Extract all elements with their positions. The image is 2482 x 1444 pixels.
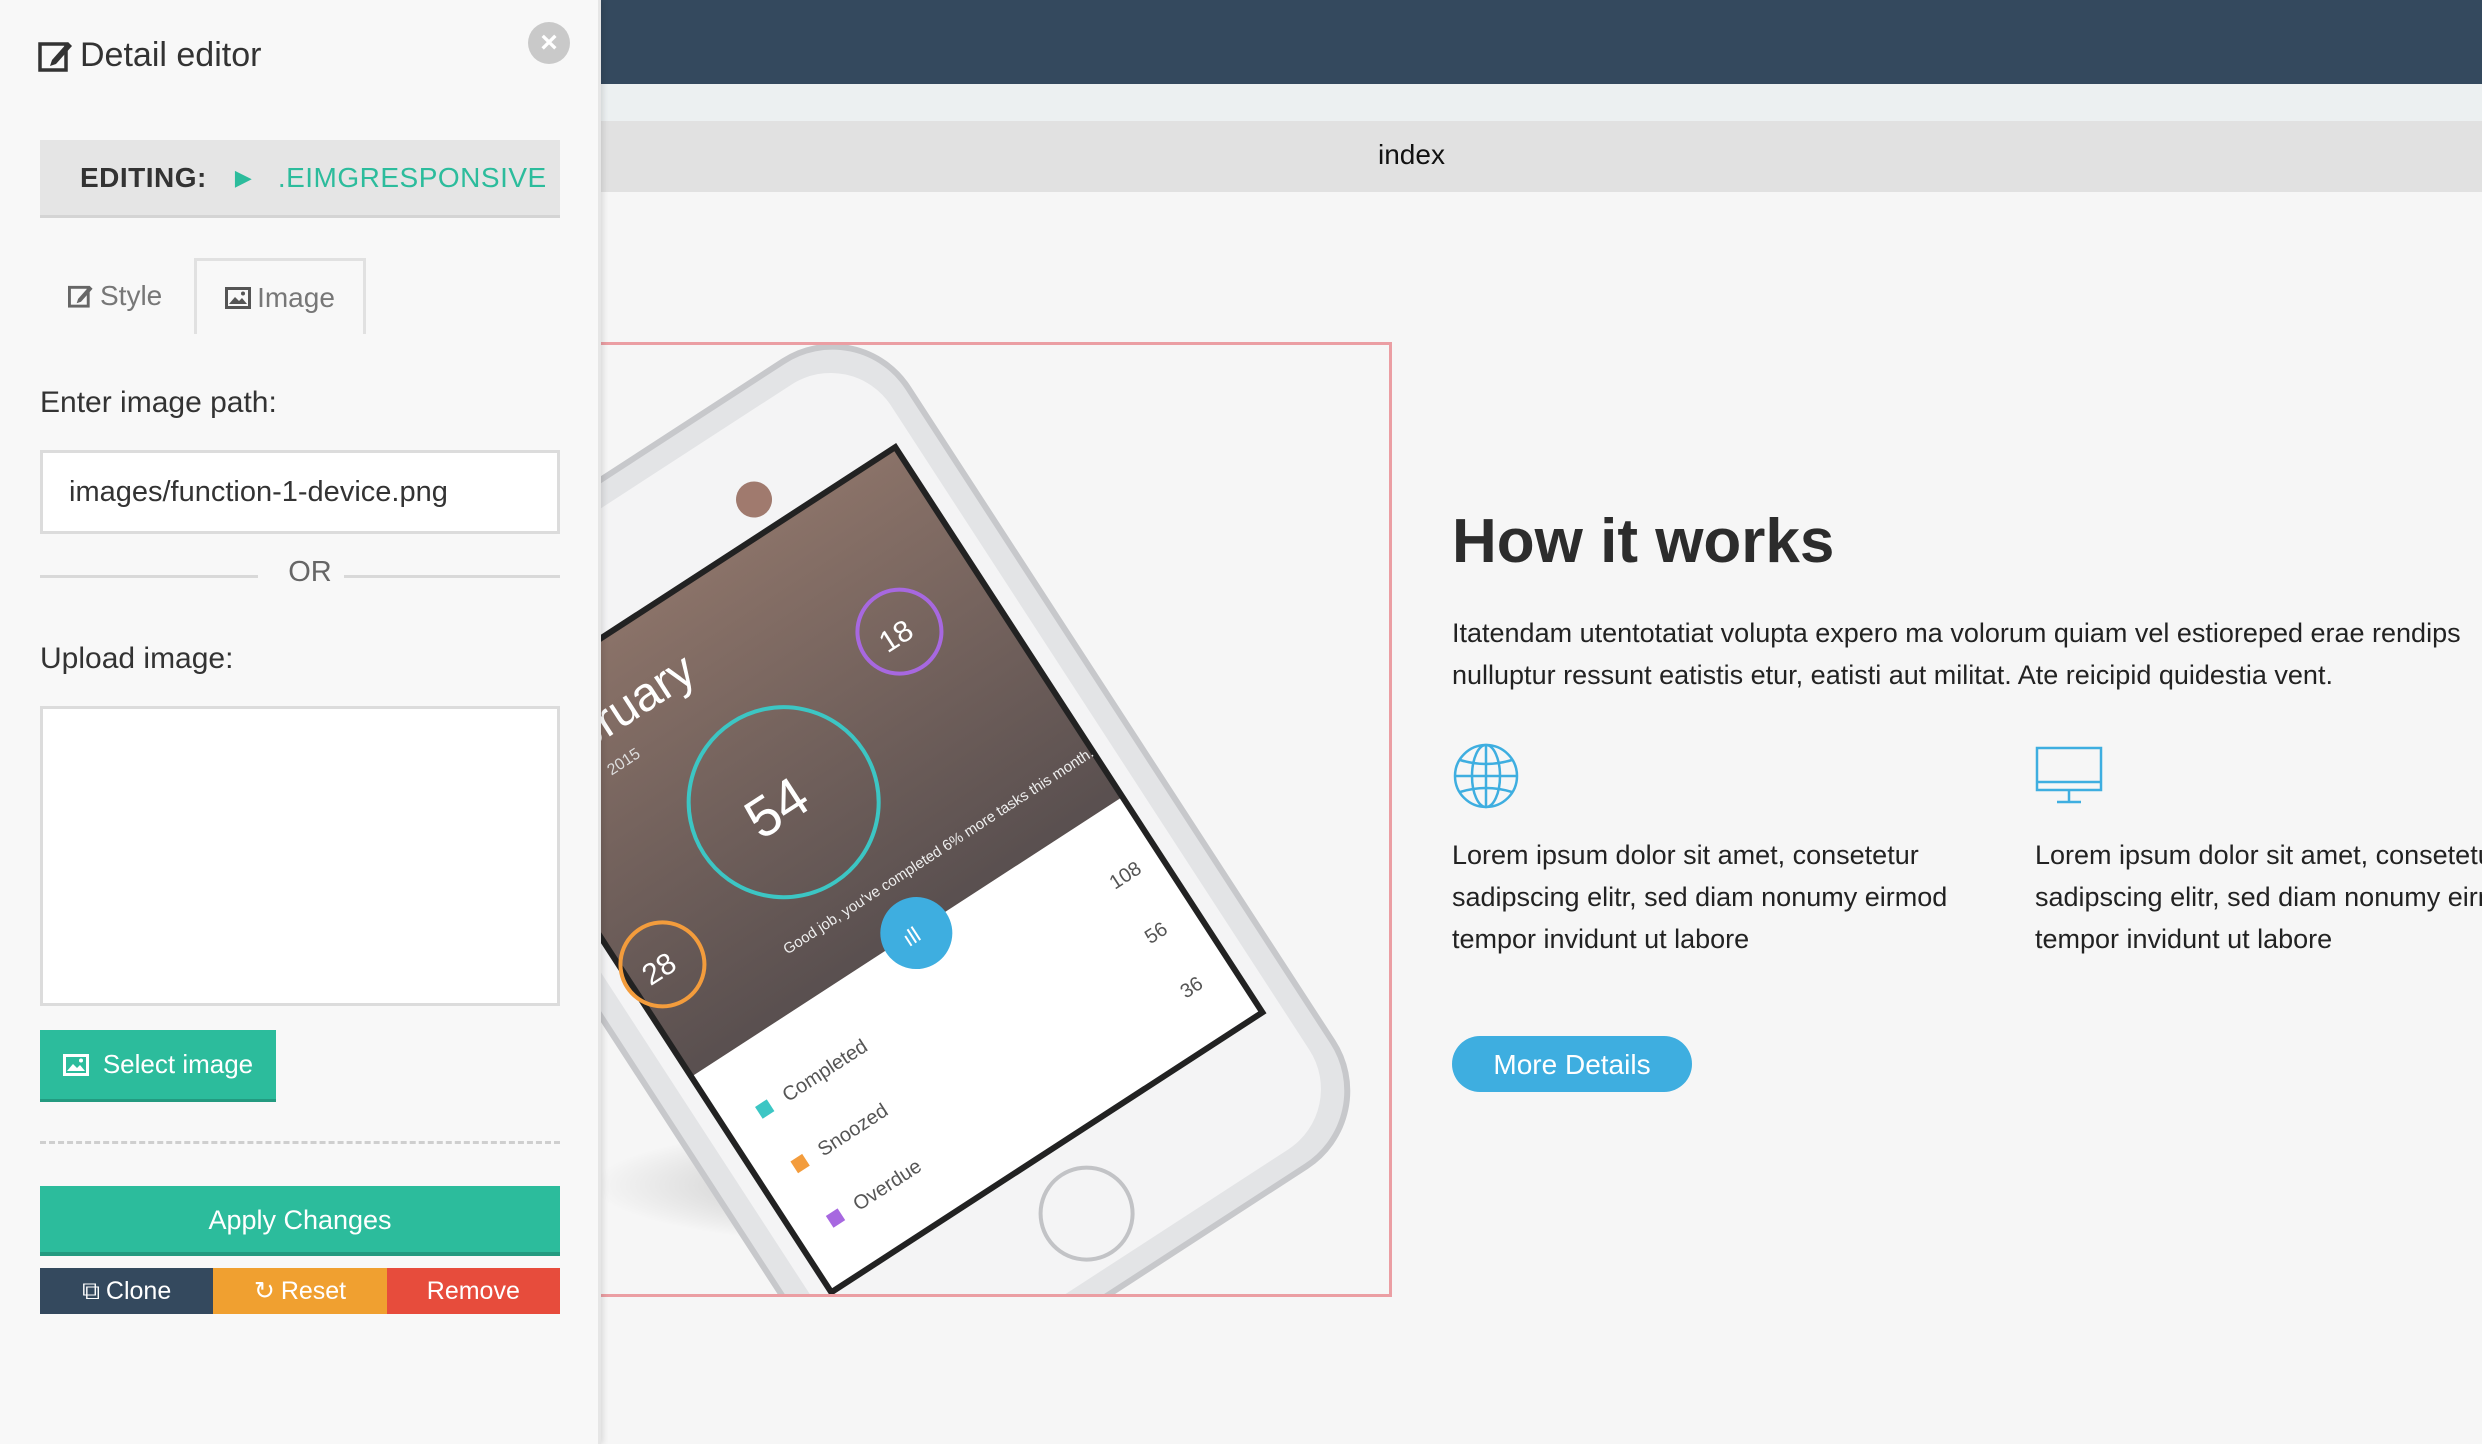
editing-target-bar: EDITING: ▶ .EIMGRESPONSIVE [40, 140, 560, 218]
feature-text-2: Lorem ipsum dolor sit amet, consetetur s… [2035, 840, 2482, 954]
clone-button[interactable]: ⧉ Clone [40, 1268, 214, 1314]
action-button-row: ⧉ Clone ↻ Reset Remove [40, 1268, 560, 1314]
section-description: Itatendam utentotatiat volupta expero ma… [1452, 618, 2461, 690]
tab-style-label: Style [100, 280, 163, 311]
edit-icon [38, 41, 72, 72]
globe-icon [1453, 743, 1519, 809]
feature-block-2: Lorem ipsum dolor sit amet, consetetur s… [2035, 742, 2482, 960]
clone-icon: ⧉ [82, 1276, 100, 1305]
refresh-icon: ↻ [253, 1277, 275, 1305]
feature-text-1: Lorem ipsum dolor sit amet, consetetur s… [1452, 840, 1948, 954]
apply-changes-button[interactable]: Apply Changes [40, 1186, 560, 1256]
dashed-separator [40, 1141, 560, 1144]
select-image-button[interactable]: Select image [40, 1030, 276, 1102]
or-divider: OR [40, 556, 560, 596]
reset-button[interactable]: ↻ Reset [213, 1268, 387, 1314]
select-image-label: Select image [102, 1049, 254, 1079]
editing-label: EDITING: [80, 161, 207, 193]
image-icon [62, 1053, 89, 1076]
editor-title: Detail editor [80, 36, 262, 74]
play-arrow-icon: ▶ [234, 164, 252, 190]
tab-style[interactable]: Style [68, 258, 162, 334]
image-path-input[interactable] [40, 450, 560, 534]
tab-image-label: Image [257, 281, 335, 313]
or-text: OR [288, 556, 332, 588]
more-details-button[interactable]: More Details [1452, 1036, 1692, 1092]
edit-icon [68, 285, 93, 308]
editing-target[interactable]: .EIMGRESPONSIVE [278, 162, 547, 194]
image-path-label: Enter image path: [40, 386, 277, 419]
editor-header: Detail editor [38, 36, 261, 75]
upload-image-label: Upload image: [40, 642, 234, 675]
image-icon [225, 286, 252, 309]
close-icon[interactable]: × [528, 22, 570, 64]
selected-image-element[interactable]: bruary 2015 54 18 28 Good job, you've co… [560, 342, 1392, 1297]
feature-block-1: Lorem ipsum dolor sit amet, consetetur s… [1452, 742, 2012, 960]
page-tab-label[interactable]: index [1378, 139, 1445, 171]
upload-dropzone[interactable] [40, 706, 560, 1006]
clone-label: Clone [105, 1276, 172, 1305]
remove-label: Remove [426, 1276, 520, 1305]
detail-editor-panel: Detail editor × EDITING: ▶ .EIMGRESPONSI… [0, 0, 601, 1444]
monitor-icon [2035, 746, 2103, 804]
section-title: How it works [1452, 507, 1835, 576]
tab-image[interactable]: Image [194, 258, 366, 334]
remove-button[interactable]: Remove [386, 1268, 560, 1314]
reset-label: Reset [280, 1276, 347, 1305]
phone-mockup-image: bruary 2015 54 18 28 Good job, you've co… [563, 345, 1351, 1294]
